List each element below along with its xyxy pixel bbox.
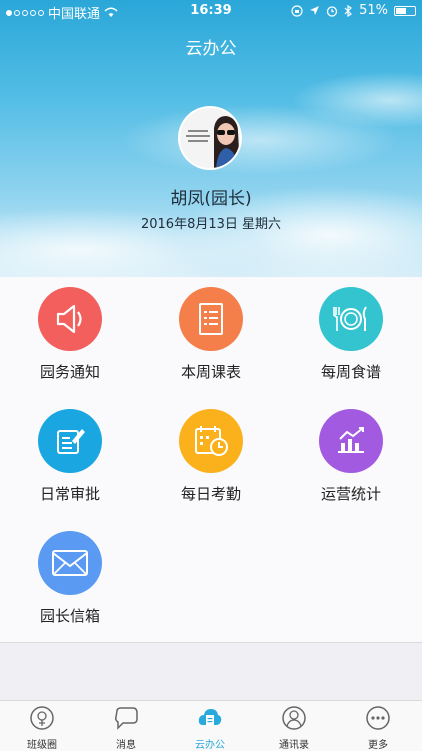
cloud-doc-icon (198, 709, 222, 726)
tab-cloud-office[interactable]: 云办公 (168, 701, 252, 751)
feature-label: 园长信箱 (39, 607, 100, 625)
feature-attendance[interactable]: 每日考勤 (141, 409, 281, 504)
bluetooth-icon (344, 4, 353, 17)
page-title: 云办公 (185, 39, 237, 59)
feature-label: 每周食谱 (320, 363, 381, 381)
tab-label: 更多 (368, 740, 388, 751)
tab-more[interactable]: 更多 (336, 701, 420, 751)
more-icon (366, 706, 390, 730)
user-name: 胡凤(园长) (170, 189, 252, 209)
chart-icon (319, 409, 383, 473)
tab-bar: 班级圈 消息 云办公 通讯录 更多 (0, 700, 422, 751)
tab-label: 消息 (116, 740, 136, 751)
feature-statistics[interactable]: 运营统计 (281, 409, 421, 504)
chat-bubble-icon (115, 707, 138, 730)
avatar[interactable] (178, 106, 242, 170)
battery-percent: 51% (359, 3, 388, 18)
tab-label: 通讯录 (279, 740, 309, 751)
feature-menu[interactable]: 每周食谱 (281, 287, 421, 382)
feature-grid: 园务通知 本周课表 每周食谱 日常审批 每日考勤 运营统计 园长信箱 (0, 277, 422, 643)
envelope-icon (38, 531, 102, 595)
location-icon (310, 6, 320, 15)
rotation-lock-icon (291, 4, 303, 17)
feature-label: 每日考勤 (180, 485, 241, 503)
feature-schedule[interactable]: 本周课表 (141, 287, 281, 382)
document-list-icon (179, 287, 243, 351)
tab-label: 云办公 (195, 740, 225, 751)
battery-icon (394, 5, 416, 16)
feature-notice[interactable]: 园务通知 (0, 287, 140, 382)
tab-contacts[interactable]: 通讯录 (252, 701, 336, 751)
alarm-icon (326, 5, 338, 17)
edit-note-icon (38, 409, 102, 473)
speaker-icon (38, 287, 102, 351)
tab-class-circle[interactable]: 班级圈 (0, 701, 84, 751)
current-date: 2016年8月13日 星期六 (140, 217, 282, 232)
calendar-clock-icon (179, 409, 243, 473)
tab-label: 班级圈 (27, 740, 57, 751)
feature-label: 本周课表 (180, 363, 241, 381)
feature-label: 运营统计 (320, 485, 381, 503)
feature-mailbox[interactable]: 园长信箱 (0, 531, 140, 626)
feature-approval[interactable]: 日常审批 (0, 409, 140, 504)
plate-cutlery-icon (319, 287, 383, 351)
feature-label: 日常审批 (39, 485, 100, 503)
class-circle-icon (30, 706, 54, 730)
tab-messages[interactable]: 消息 (84, 701, 168, 751)
feature-label: 园务通知 (39, 363, 100, 381)
status-bar: 中国联通 16:39 51% (0, 0, 422, 22)
contact-icon (282, 706, 306, 730)
